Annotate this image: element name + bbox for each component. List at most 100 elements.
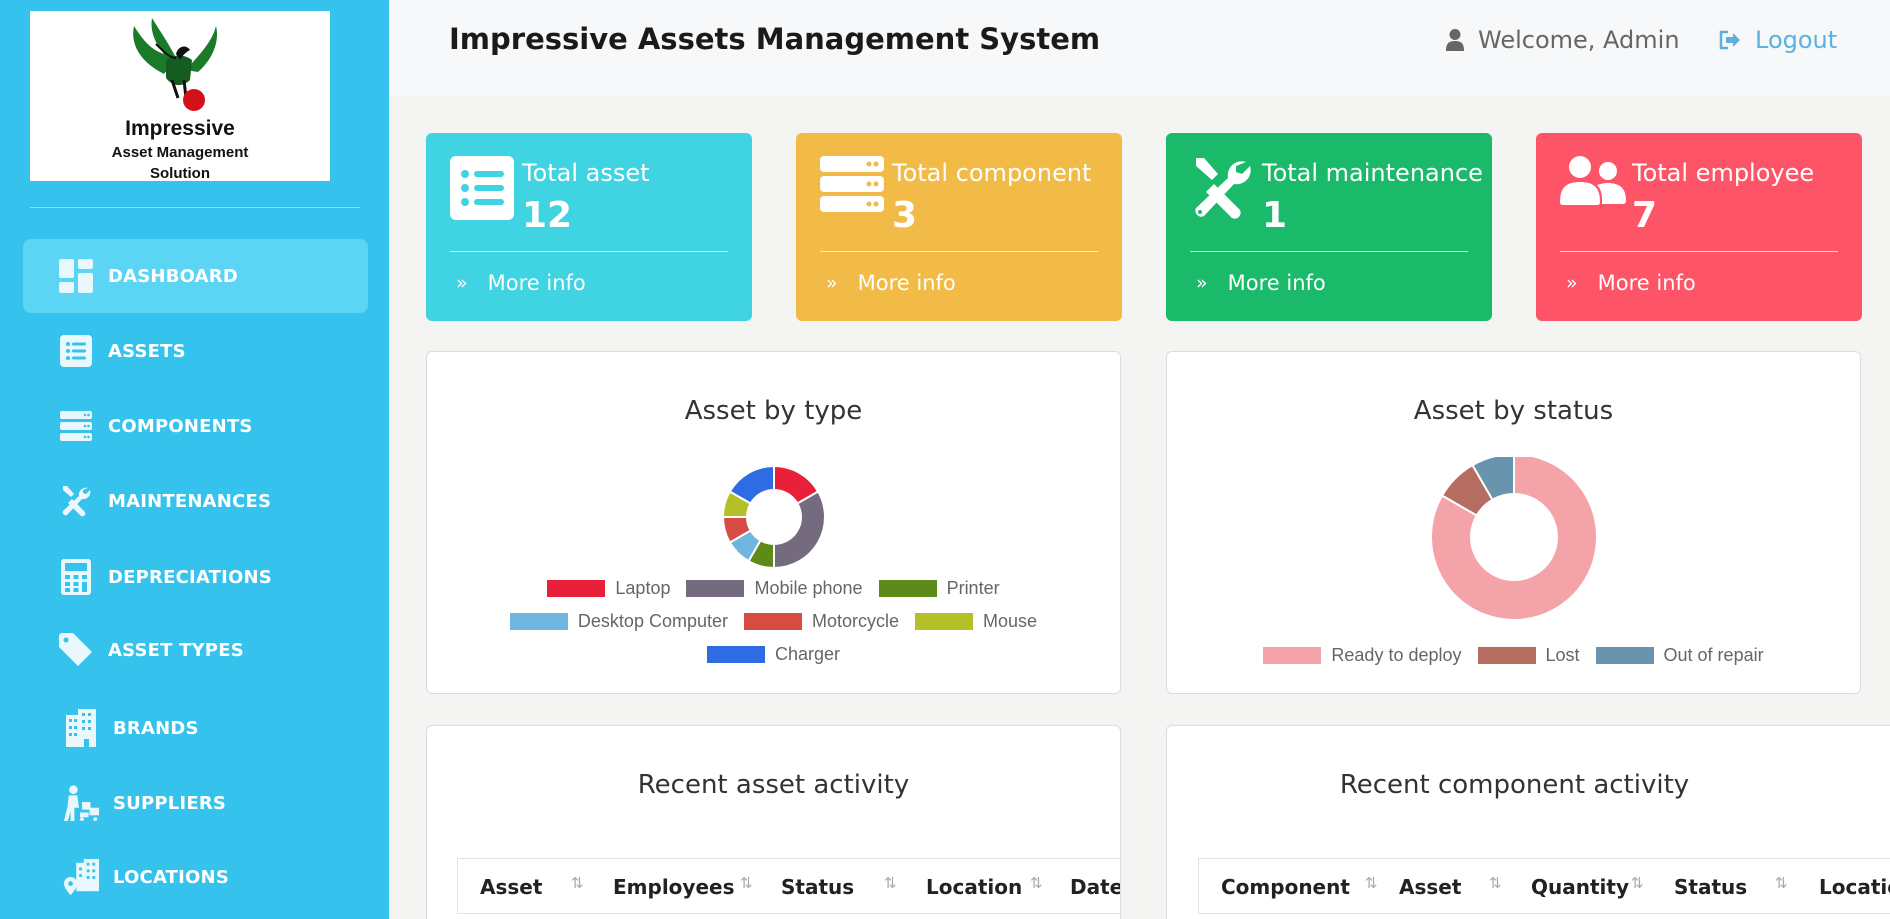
list-icon	[450, 156, 514, 224]
user-icon	[1446, 29, 1464, 51]
more-info-link[interactable]: » More info	[456, 271, 586, 295]
sidebar-item-label: ASSET TYPES	[108, 639, 244, 661]
logo-title: Impressive	[125, 117, 235, 140]
building-icon	[63, 709, 99, 747]
sidebar-item-locations[interactable]: LOCATIONS	[23, 840, 368, 914]
legend-swatch	[744, 613, 802, 630]
column-header-status[interactable]: Status	[1674, 859, 1747, 915]
legend-row: Charger	[427, 644, 1120, 665]
page-title: Impressive Assets Management System	[449, 22, 1101, 56]
column-header-status[interactable]: Status	[781, 859, 854, 915]
location-icon	[63, 859, 99, 895]
legend-swatch	[878, 580, 937, 597]
sort-icon[interactable]: ⇅	[571, 874, 584, 892]
list-icon	[58, 333, 94, 369]
logout-label: Logout	[1755, 26, 1838, 54]
sidebar-item-dashboard[interactable]: DASHBOARD	[23, 239, 368, 313]
sidebar-item-label: SUPPLIERS	[113, 792, 227, 814]
legend-item[interactable]: Motorcycle	[744, 611, 899, 632]
stat-label: Total maintenance	[1262, 159, 1483, 187]
sidebar-item-label: DASHBOARD	[108, 265, 238, 287]
stat-label: Total component	[892, 159, 1092, 187]
column-header-location[interactable]: Locatio	[1819, 859, 1890, 915]
sidebar-item-label: MAINTENANCES	[108, 490, 272, 512]
tools-icon	[1190, 156, 1254, 224]
sort-icon[interactable]: ⇅	[884, 874, 897, 892]
sidebar-divider	[30, 207, 360, 208]
column-header-component[interactable]: Component	[1221, 859, 1350, 915]
welcome-user: Welcome, Admin	[1446, 26, 1680, 54]
sort-icon[interactable]: ⇅	[1489, 874, 1502, 892]
column-header-asset[interactable]: Asset	[480, 859, 542, 915]
sort-icon[interactable]: ⇅	[1120, 874, 1121, 892]
legend-item[interactable]: Laptop	[547, 578, 670, 599]
card-divider	[450, 251, 728, 252]
more-info-link[interactable]: » More info	[826, 271, 956, 295]
sidebar: Impressive Asset Management Solution DAS…	[0, 0, 389, 919]
stat-card-total-employee: Total employee 7 » More info	[1536, 133, 1862, 321]
sidebar-item-suppliers[interactable]: SUPPLIERS	[23, 766, 368, 840]
sidebar-item-brands[interactable]: BRANDS	[23, 691, 368, 765]
sort-icon[interactable]: ⇅	[1365, 874, 1378, 892]
legend-row: Laptop Mobile phone Printer	[427, 578, 1120, 599]
donut-slice-mobile-phone[interactable]	[773, 490, 826, 570]
sort-icon[interactable]: ⇅	[1030, 874, 1043, 892]
logout-link[interactable]: Logout	[1719, 26, 1837, 54]
column-header-location[interactable]: Location	[926, 859, 1022, 915]
legend-item[interactable]: Desktop Computer	[509, 611, 728, 632]
more-info-link[interactable]: » More info	[1566, 271, 1696, 295]
welcome-text: Welcome, Admin	[1478, 26, 1680, 54]
more-info-link[interactable]: » More info	[1196, 271, 1326, 295]
legend-item[interactable]: Ready to deploy	[1263, 645, 1462, 666]
sidebar-item-assets[interactable]: ASSETS	[23, 314, 368, 388]
column-header-quantity[interactable]: Quantity	[1531, 859, 1629, 915]
sidebar-item-asset-types[interactable]: ASSET TYPES	[23, 613, 368, 687]
recent-component-activity-panel: Recent component activity Component ⇅ As…	[1166, 725, 1890, 919]
sort-icon[interactable]: ⇅	[1775, 874, 1788, 892]
legend-label: Lost	[1545, 645, 1580, 665]
server-icon	[820, 156, 884, 216]
sidebar-item-label: DEPRECIATIONS	[108, 566, 272, 588]
sidebar-item-depreciations[interactable]: DEPRECIATIONS	[23, 540, 368, 614]
column-header-date[interactable]: Date	[1070, 859, 1120, 915]
tools-icon	[58, 483, 94, 519]
double-chevron-right-icon: »	[456, 272, 468, 294]
server-icon	[58, 408, 94, 444]
company-logo[interactable]: Impressive Asset Management Solution	[30, 11, 330, 182]
sidebar-item-label: COMPONENTS	[108, 415, 253, 437]
legend-item[interactable]: Lost	[1477, 645, 1580, 666]
stat-card-total-asset: Total asset 12 » More info	[426, 133, 752, 321]
legend-item[interactable]: Printer	[878, 578, 1000, 599]
sidebar-item-maintenances[interactable]: MAINTENANCES	[23, 464, 368, 538]
legend-item[interactable]: Mobile phone	[686, 578, 863, 599]
legend-label: Laptop	[615, 578, 671, 598]
legend-swatch	[547, 580, 606, 597]
sort-icon[interactable]: ⇅	[1631, 874, 1644, 892]
asset-activity-table-header: Asset ⇅ Employees ⇅ Status ⇅ Location ⇅ …	[457, 858, 1121, 915]
legend-label: Charger	[774, 644, 841, 664]
legend-label: Mouse	[983, 611, 1038, 631]
sidebar-item-label: ASSETS	[108, 340, 186, 362]
double-chevron-right-icon: »	[1566, 272, 1578, 294]
legend-item[interactable]: Out of repair	[1595, 645, 1764, 666]
users-icon	[1560, 156, 1626, 210]
column-header-asset[interactable]: Asset	[1399, 859, 1461, 915]
legend-item[interactable]: Charger	[706, 644, 841, 665]
more-info-label: More info	[487, 271, 586, 295]
logo-subtitle: Asset Management	[111, 144, 249, 161]
panel-title: Recent component activity	[1339, 770, 1690, 800]
more-info-label: More info	[1227, 271, 1326, 295]
legend-swatch	[915, 613, 974, 630]
legend-item[interactable]: Mouse	[915, 611, 1037, 632]
panel-title: Recent asset activity	[637, 770, 910, 800]
legend-label: Desktop Computer	[577, 611, 728, 631]
legend-swatch	[1263, 647, 1322, 664]
legend-label: Mobile phone	[754, 578, 863, 598]
sidebar-item-components[interactable]: COMPONENTS	[23, 389, 368, 463]
stat-label: Total employee	[1632, 159, 1815, 187]
sort-icon[interactable]: ⇅	[740, 874, 753, 892]
stat-value: 7	[1632, 195, 1658, 236]
card-divider	[1190, 251, 1468, 252]
column-header-employees[interactable]: Employees	[613, 859, 734, 915]
legend-swatch	[1477, 647, 1536, 664]
